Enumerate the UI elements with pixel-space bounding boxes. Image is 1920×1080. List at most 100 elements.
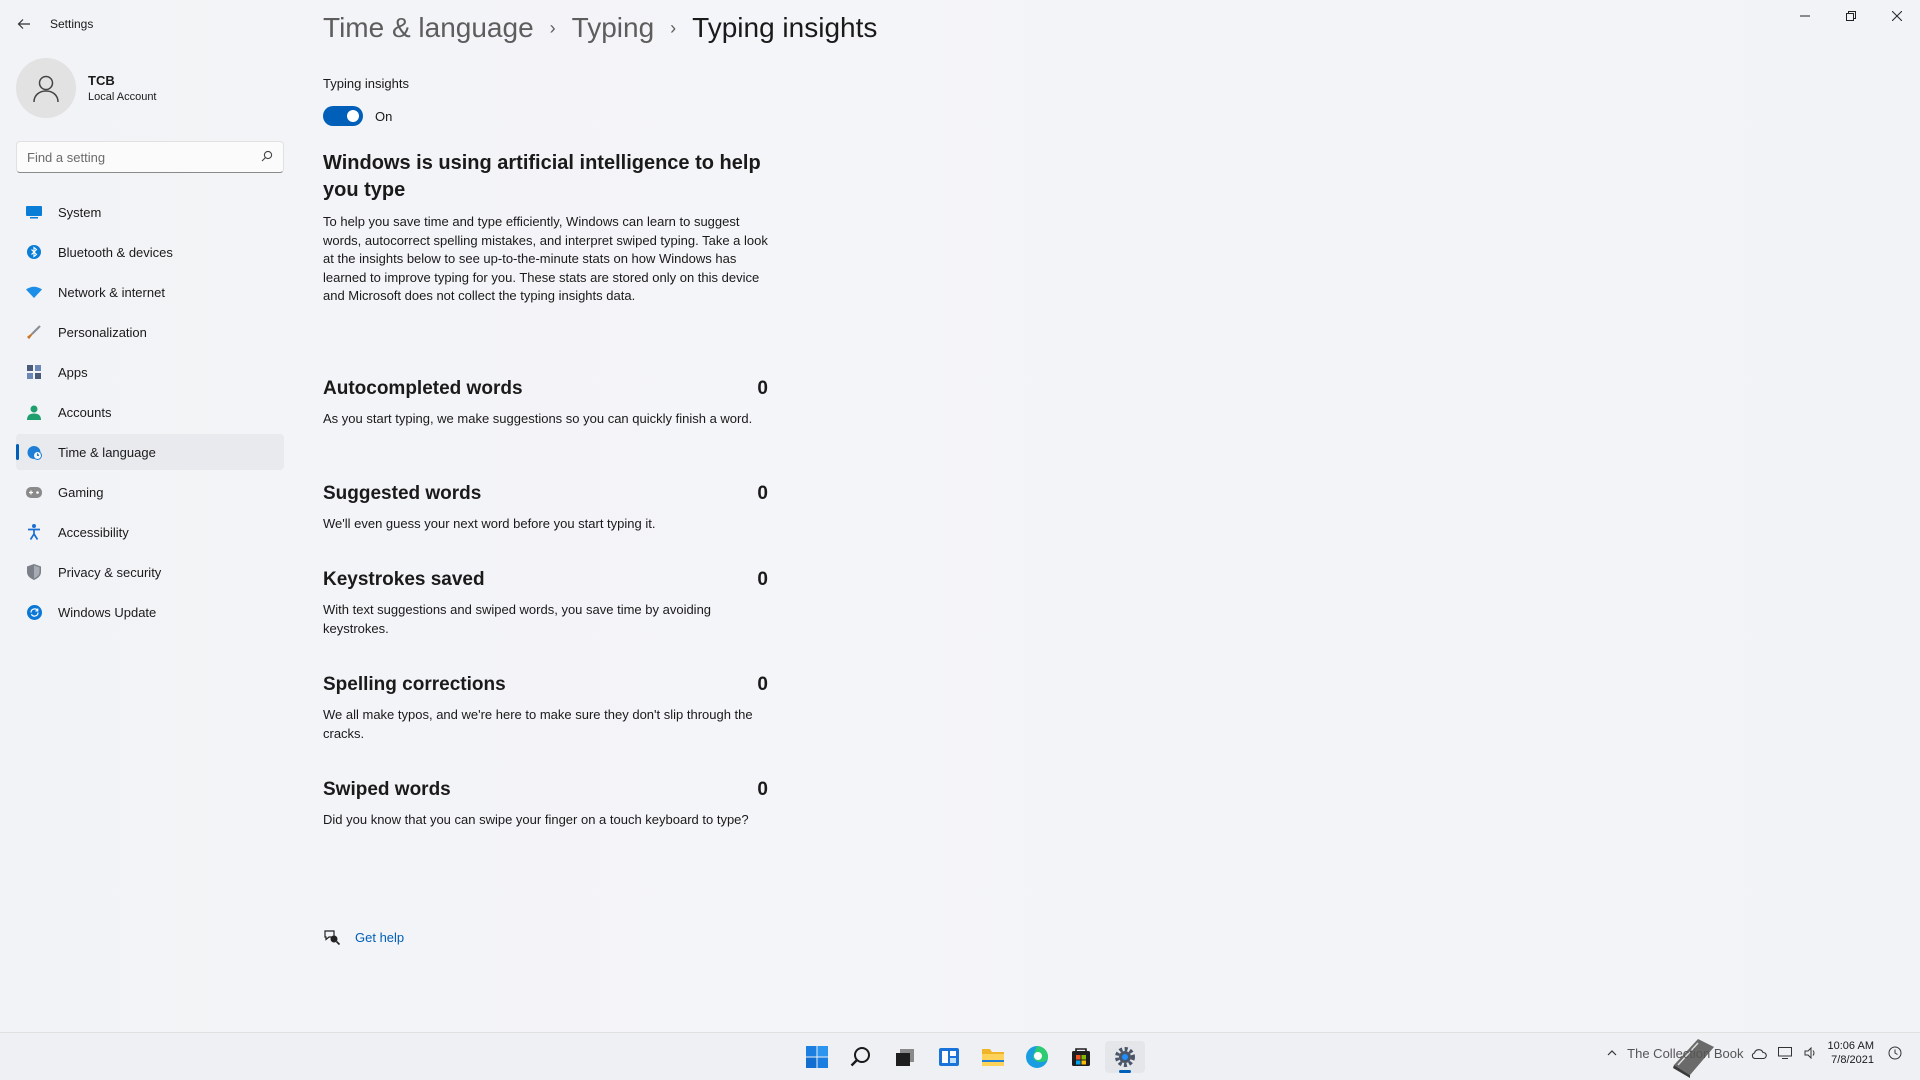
title-bar: Settings [0, 0, 1920, 48]
wifi-icon [26, 284, 42, 300]
window-controls [1782, 0, 1920, 32]
edge-icon [1026, 1046, 1048, 1068]
page-title: Typing insights [692, 12, 878, 43]
sidebar-item-bluetooth[interactable]: Bluetooth & devices [16, 234, 284, 270]
sidebar-item-time-language[interactable]: Time & language [16, 434, 284, 470]
breadcrumb: Time & language › Typing › Typing insigh… [323, 12, 877, 44]
sidebar-item-system[interactable]: System [16, 194, 284, 230]
stat-title: Spelling corrections [323, 674, 506, 695]
sidebar-item-accessibility[interactable]: Accessibility [16, 514, 284, 550]
chevron-right-icon: › [549, 17, 556, 38]
sidebar-item-label: Personalization [58, 324, 147, 340]
taskbar-search-button[interactable] [841, 1041, 881, 1073]
sidebar-item-gaming[interactable]: Gaming [16, 474, 284, 510]
nav-list: System Bluetooth & devices Network & int… [16, 194, 284, 634]
stat-title: Autocompleted words [323, 378, 523, 399]
tray-overlay-text: The Collection Book [1627, 1045, 1744, 1061]
brush-icon [26, 324, 42, 340]
sidebar-item-label: System [58, 204, 102, 220]
settings-window: Settings TCB Local Account Find a settin… [0, 0, 1920, 1032]
sidebar-item-label: Apps [58, 364, 88, 380]
typing-insights-toggle[interactable] [323, 106, 363, 126]
network-monitor-icon[interactable] [1774, 1042, 1796, 1064]
update-icon [26, 604, 42, 620]
stat-title: Swiped words [323, 779, 451, 800]
sidebar: TCB Local Account System Bluetooth & dev… [0, 48, 300, 1032]
widgets-icon [939, 1048, 959, 1066]
stat-suggested-words: Suggested words 0 We'll even guess your … [323, 483, 768, 534]
apps-icon [26, 364, 42, 380]
minimize-button[interactable] [1782, 0, 1828, 32]
user-profile[interactable]: TCB Local Account [16, 58, 157, 118]
sidebar-item-apps[interactable]: Apps [16, 354, 284, 390]
sidebar-item-label: Network & internet [58, 284, 165, 300]
sidebar-item-label: Accounts [58, 404, 112, 420]
volume-icon[interactable] [1800, 1042, 1822, 1064]
stat-title: Suggested words [323, 483, 482, 504]
sidebar-item-label: Accessibility [58, 524, 129, 540]
back-arrow-icon [17, 19, 30, 29]
file-explorer-button[interactable] [973, 1041, 1013, 1073]
sidebar-item-windows-update[interactable]: Windows Update [16, 594, 284, 630]
get-help-label[interactable]: Get help [355, 930, 404, 945]
globe-clock-icon [26, 444, 42, 460]
start-button[interactable] [797, 1041, 837, 1073]
store-icon [1072, 1048, 1090, 1066]
stat-description: Did you know that you can swipe your fin… [323, 812, 749, 827]
clock[interactable]: 10:06 AM 7/8/2021 [1828, 1039, 1874, 1067]
clock-date: 7/8/2021 [1831, 1054, 1874, 1066]
typing-insights-toggle-row: On [323, 106, 392, 126]
stat-value: 0 [757, 779, 768, 800]
settings-gear-icon [1115, 1047, 1135, 1067]
sidebar-item-label: Windows Update [58, 604, 157, 620]
close-icon [1892, 11, 1902, 21]
cloud-icon[interactable] [1748, 1042, 1770, 1064]
stat-value: 0 [757, 378, 768, 399]
toggle-state-label: On [375, 108, 393, 124]
person-icon [26, 404, 42, 420]
stat-description: With text suggestions and swiped words, … [323, 602, 712, 636]
breadcrumb-typing[interactable]: Typing [572, 12, 655, 44]
sidebar-item-privacy[interactable]: Privacy & security [16, 554, 284, 590]
avatar [16, 58, 76, 118]
accessibility-icon [26, 524, 42, 540]
file-explorer-icon [982, 1049, 1004, 1066]
system-icon [26, 204, 42, 220]
show-hidden-icons-chevron-up-icon[interactable] [1601, 1042, 1623, 1064]
stat-autocompleted-words: Autocompleted words 0 As you start typin… [323, 378, 768, 429]
stat-swiped-words: Swiped words 0 Did you know that you can… [323, 779, 768, 830]
search-icon[interactable] [261, 150, 273, 165]
shield-icon [26, 564, 42, 580]
stat-description: We'll even guess your next word before y… [323, 516, 656, 531]
sidebar-item-personalization[interactable]: Personalization [16, 314, 284, 350]
store-button[interactable] [1061, 1041, 1101, 1073]
search-input[interactable] [27, 149, 261, 165]
back-button[interactable] [12, 12, 36, 36]
start-icon [806, 1046, 828, 1068]
task-view-button[interactable] [885, 1041, 925, 1073]
intro-text: To help you save time and type efficient… [323, 214, 768, 304]
notification-icon[interactable] [1884, 1042, 1906, 1064]
sidebar-item-label: Bluetooth & devices [58, 244, 173, 260]
get-help-link[interactable]: Get help [323, 928, 404, 946]
breadcrumb-time-language[interactable]: Time & language [323, 12, 534, 44]
settings-taskbar-button[interactable] [1105, 1041, 1145, 1073]
close-button[interactable] [1874, 0, 1920, 32]
bluetooth-icon [26, 244, 42, 260]
minimize-icon [1800, 15, 1810, 17]
restore-icon [1846, 11, 1856, 21]
clock-time: 10:06 AM [1827, 1040, 1874, 1052]
sidebar-item-label: Time & language [58, 444, 156, 460]
sidebar-item-network[interactable]: Network & internet [16, 274, 284, 310]
task-view-icon [896, 1049, 914, 1066]
stat-description: As you start typing, we make suggestions… [323, 411, 753, 426]
stat-value: 0 [757, 483, 768, 504]
edge-button[interactable] [1017, 1041, 1057, 1073]
sidebar-item-accounts[interactable]: Accounts [16, 394, 284, 430]
maximize-button[interactable] [1828, 0, 1874, 32]
search-box[interactable] [16, 141, 284, 173]
stat-keystrokes-saved: Keystrokes saved 0 With text suggestions… [323, 569, 768, 638]
taskbar: The Collection Book 10:06 AM 7/8/2021 [0, 1032, 1920, 1080]
stat-spelling-corrections: Spelling corrections 0 We all make typos… [323, 674, 768, 743]
widgets-button[interactable] [929, 1041, 969, 1073]
